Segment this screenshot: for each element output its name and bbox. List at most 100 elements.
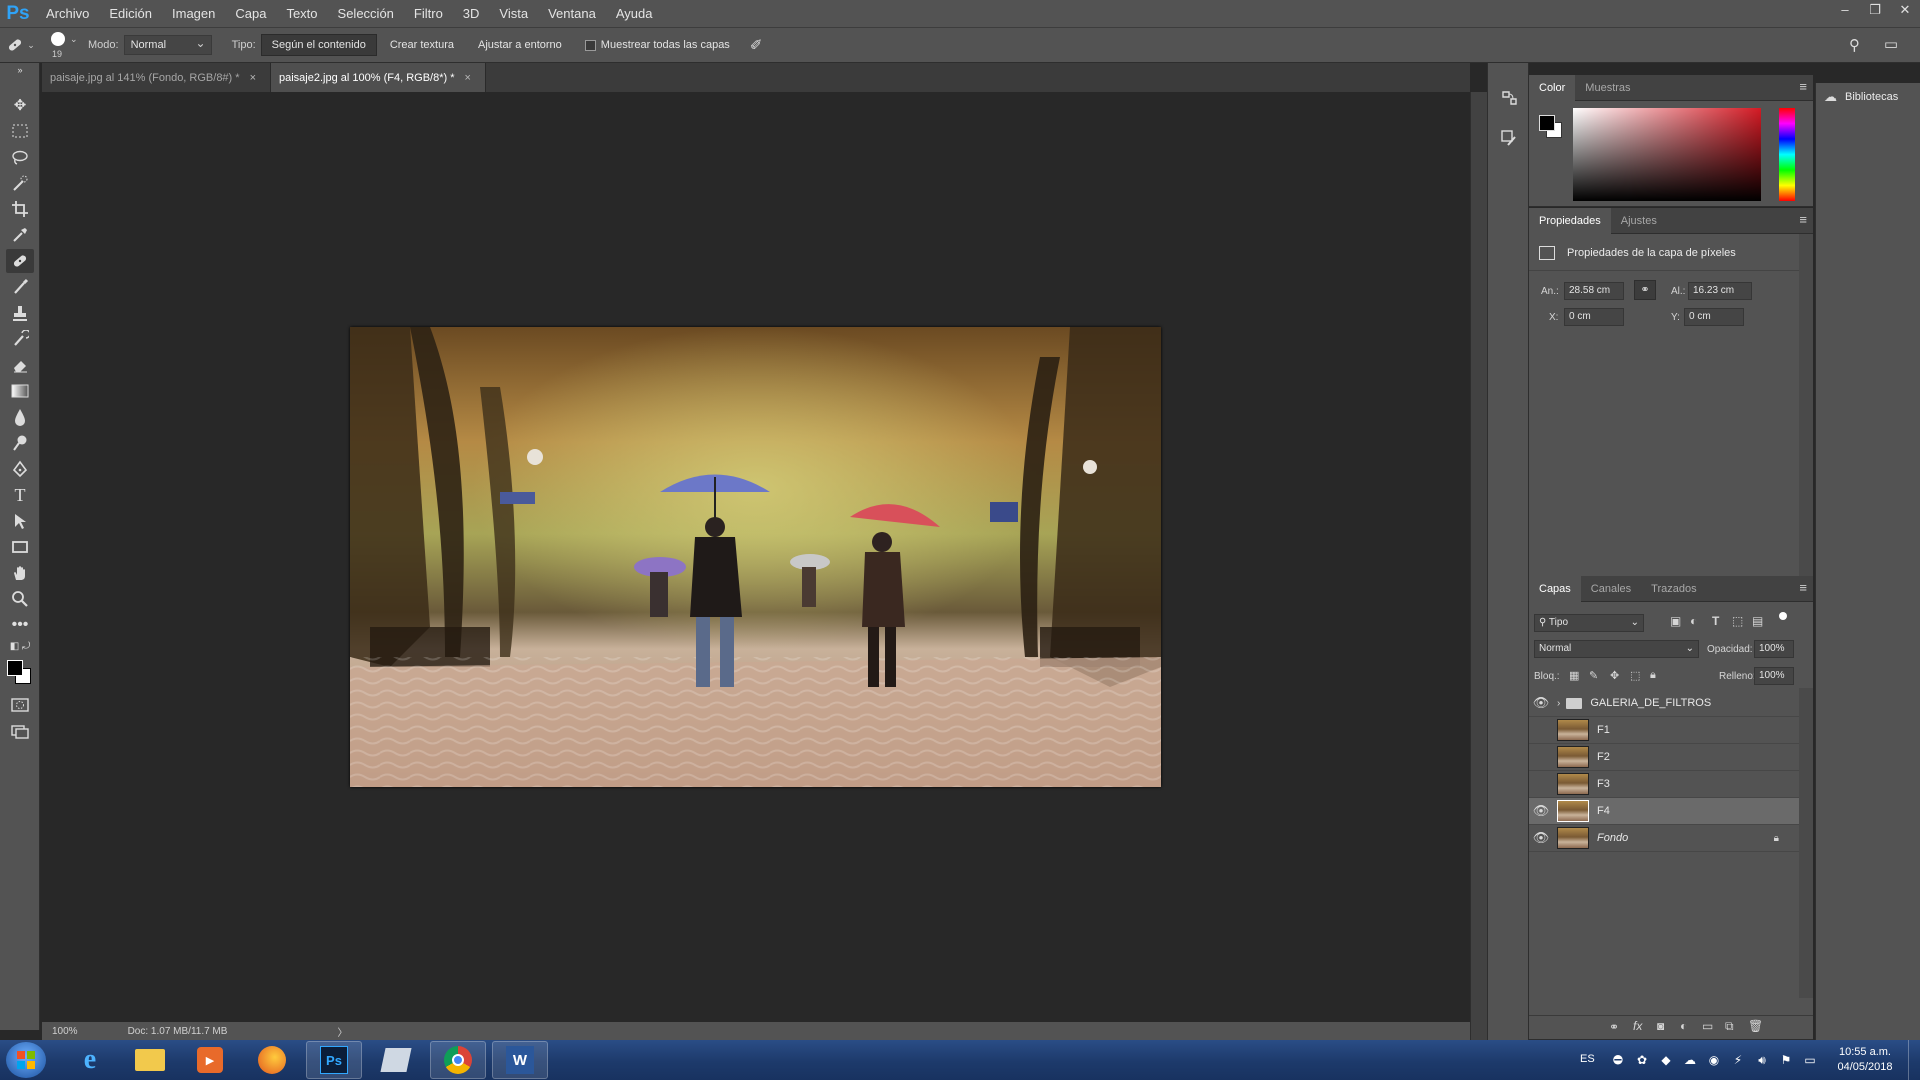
panel-menu-icon[interactable]: ≡ bbox=[1799, 212, 1807, 227]
chrome-icon[interactable] bbox=[430, 1041, 486, 1079]
filter-shape-icon[interactable]: ⬚ bbox=[1732, 614, 1743, 628]
properties-scrollbar[interactable] bbox=[1799, 234, 1813, 576]
width-input[interactable]: 28.58 cm bbox=[1564, 282, 1624, 300]
link-icon[interactable]: ⚭ bbox=[1634, 280, 1656, 300]
panel-menu-icon[interactable]: ≡ bbox=[1799, 580, 1807, 595]
eye-icon[interactable]: 👁︎ bbox=[1529, 803, 1553, 819]
menu-ayuda[interactable]: Ayuda bbox=[606, 0, 663, 27]
firefox-icon[interactable] bbox=[244, 1041, 300, 1079]
tray-display-icon[interactable]: ▭ bbox=[1802, 1052, 1818, 1068]
filter-adjustment-icon[interactable]: ◐ bbox=[1690, 614, 1697, 628]
explorer-icon[interactable] bbox=[122, 1041, 178, 1079]
eyedropper-tool-icon[interactable] bbox=[6, 223, 34, 247]
blend-mode-select[interactable]: Normal ⌄ bbox=[1534, 640, 1699, 658]
healing-brush-icon[interactable]: ⌄ bbox=[0, 30, 40, 60]
swap-colors-icon[interactable]: ◧ ⤾ bbox=[6, 639, 34, 653]
tray-app-icon[interactable]: ✿ bbox=[1634, 1052, 1650, 1068]
color-field[interactable] bbox=[1573, 108, 1761, 201]
tab-paths[interactable]: Trazados bbox=[1641, 576, 1706, 602]
spot-healing-tool-icon[interactable] bbox=[6, 249, 34, 273]
history-icon[interactable] bbox=[1496, 85, 1522, 111]
show-desktop-button[interactable] bbox=[1908, 1040, 1920, 1080]
eraser-tool-icon[interactable] bbox=[6, 353, 34, 377]
mode-select[interactable]: Normal bbox=[123, 35, 212, 55]
ie-icon[interactable]: e bbox=[62, 1041, 118, 1079]
tab-swatches[interactable]: Muestras bbox=[1575, 75, 1640, 101]
restore-button[interactable]: ❐ bbox=[1860, 0, 1890, 22]
brush-preset-picker[interactable]: 19 ⌄ bbox=[40, 29, 80, 61]
tray-network-icon[interactable]: ⛔︎ bbox=[1610, 1052, 1626, 1068]
layer-row-f2[interactable]: F2 bbox=[1529, 744, 1799, 771]
dodge-tool-icon[interactable] bbox=[6, 431, 34, 455]
move-tool-icon[interactable]: ✥ bbox=[6, 93, 34, 117]
panel-menu-icon[interactable]: ≡ bbox=[1799, 79, 1807, 94]
filter-type-icon[interactable]: T bbox=[1712, 614, 1719, 628]
status-arrow-icon[interactable]: 〉 bbox=[337, 1024, 347, 1039]
tray-power-icon[interactable]: ⚡︎ bbox=[1730, 1052, 1746, 1068]
layer-row-group[interactable]: 👁︎ › GALERIA_DE_FILTROS bbox=[1529, 690, 1799, 717]
notes-icon[interactable] bbox=[368, 1041, 424, 1079]
hand-tool-icon[interactable] bbox=[6, 561, 34, 585]
menu-texto[interactable]: Texto bbox=[276, 0, 327, 27]
lock-paint-icon[interactable]: ✎ bbox=[1589, 669, 1598, 682]
collapse-icon[interactable]: » bbox=[6, 65, 34, 75]
word-icon[interactable]: W bbox=[492, 1041, 548, 1079]
clock[interactable]: 10:55 a.m. 04/05/2018 bbox=[1830, 1045, 1900, 1075]
layer-filter-select[interactable]: ⚲ Tipo ⌄ bbox=[1534, 614, 1644, 632]
lock-all-icon[interactable]: 🔒︎ bbox=[1650, 669, 1656, 682]
menu-ventana[interactable]: Ventana bbox=[538, 0, 606, 27]
stamp-tool-icon[interactable] bbox=[6, 301, 34, 325]
fg-color-chip[interactable] bbox=[1539, 115, 1555, 131]
x-input[interactable]: 0 cm bbox=[1564, 308, 1624, 326]
menu-seleccion[interactable]: Selección bbox=[328, 0, 404, 27]
proximity-match-button[interactable]: Ajustar a entorno bbox=[467, 34, 573, 56]
tool-presets-icon[interactable] bbox=[1496, 125, 1522, 151]
more-tools-icon[interactable]: ••• bbox=[6, 613, 34, 637]
add-mask-icon[interactable]: ◙ bbox=[1657, 1019, 1664, 1033]
tray-drive-icon[interactable]: ☁︎ bbox=[1682, 1052, 1698, 1068]
close-icon[interactable]: × bbox=[250, 72, 256, 84]
y-input[interactable]: 0 cm bbox=[1684, 308, 1744, 326]
rectangle-tool-icon[interactable] bbox=[6, 535, 34, 559]
menu-3d[interactable]: 3D bbox=[453, 0, 490, 27]
adjustment-layer-icon[interactable]: ◐ bbox=[1680, 1019, 1687, 1033]
tab-layers[interactable]: Capas bbox=[1529, 575, 1581, 602]
close-icon[interactable]: × bbox=[464, 72, 470, 84]
pen-tool-icon[interactable] bbox=[6, 457, 34, 481]
layers-scrollbar[interactable] bbox=[1799, 688, 1813, 998]
start-button[interactable] bbox=[6, 1042, 46, 1078]
tray-antivirus-icon[interactable]: ◆ bbox=[1658, 1052, 1674, 1068]
lock-transparent-icon[interactable]: ▦ bbox=[1569, 669, 1579, 682]
chevron-right-icon[interactable]: › bbox=[1557, 698, 1560, 709]
vertical-scrollbar[interactable] bbox=[1470, 92, 1487, 1040]
quick-selection-tool-icon[interactable] bbox=[6, 171, 34, 195]
minimize-button[interactable]: – bbox=[1830, 0, 1860, 22]
close-button[interactable]: ✕ bbox=[1890, 0, 1920, 22]
volume-icon[interactable]: 🔊︎ bbox=[1754, 1052, 1770, 1068]
lock-position-icon[interactable]: ✥ bbox=[1610, 669, 1619, 682]
zoom-level[interactable]: 100% bbox=[52, 1026, 78, 1037]
tray-update-icon[interactable]: ◉ bbox=[1706, 1052, 1722, 1068]
sample-all-checkbox[interactable] bbox=[584, 39, 596, 51]
layer-row-f4[interactable]: 👁︎ F4 bbox=[1529, 798, 1799, 825]
canvas-area[interactable] bbox=[42, 92, 1470, 1022]
media-player-icon[interactable]: ▶ bbox=[182, 1041, 238, 1079]
marquee-tool-icon[interactable] bbox=[6, 119, 34, 143]
quick-mask-icon[interactable] bbox=[6, 693, 34, 717]
fx-icon[interactable]: fx bbox=[1633, 1019, 1642, 1033]
filter-smart-object-icon[interactable]: ▤ bbox=[1752, 614, 1763, 628]
history-brush-tool-icon[interactable] bbox=[6, 327, 34, 351]
gradient-tool-icon[interactable] bbox=[6, 379, 34, 403]
blur-tool-icon[interactable] bbox=[6, 405, 34, 429]
lasso-tool-icon[interactable] bbox=[6, 145, 34, 169]
menu-edicion[interactable]: Edición bbox=[99, 0, 162, 27]
opacity-input[interactable]: 100% bbox=[1754, 640, 1794, 658]
type-tool-icon[interactable]: T bbox=[6, 483, 34, 507]
action-center-icon[interactable]: ⚑ bbox=[1778, 1052, 1794, 1068]
menu-vista[interactable]: Vista bbox=[489, 0, 538, 27]
brush-tool-icon[interactable] bbox=[6, 275, 34, 299]
new-layer-icon[interactable]: ⧉ bbox=[1725, 1019, 1734, 1034]
tab-adjustments[interactable]: Ajustes bbox=[1611, 208, 1667, 234]
eye-icon[interactable]: 👁︎ bbox=[1529, 695, 1553, 711]
search-icon[interactable]: ⚲ bbox=[1849, 36, 1860, 54]
